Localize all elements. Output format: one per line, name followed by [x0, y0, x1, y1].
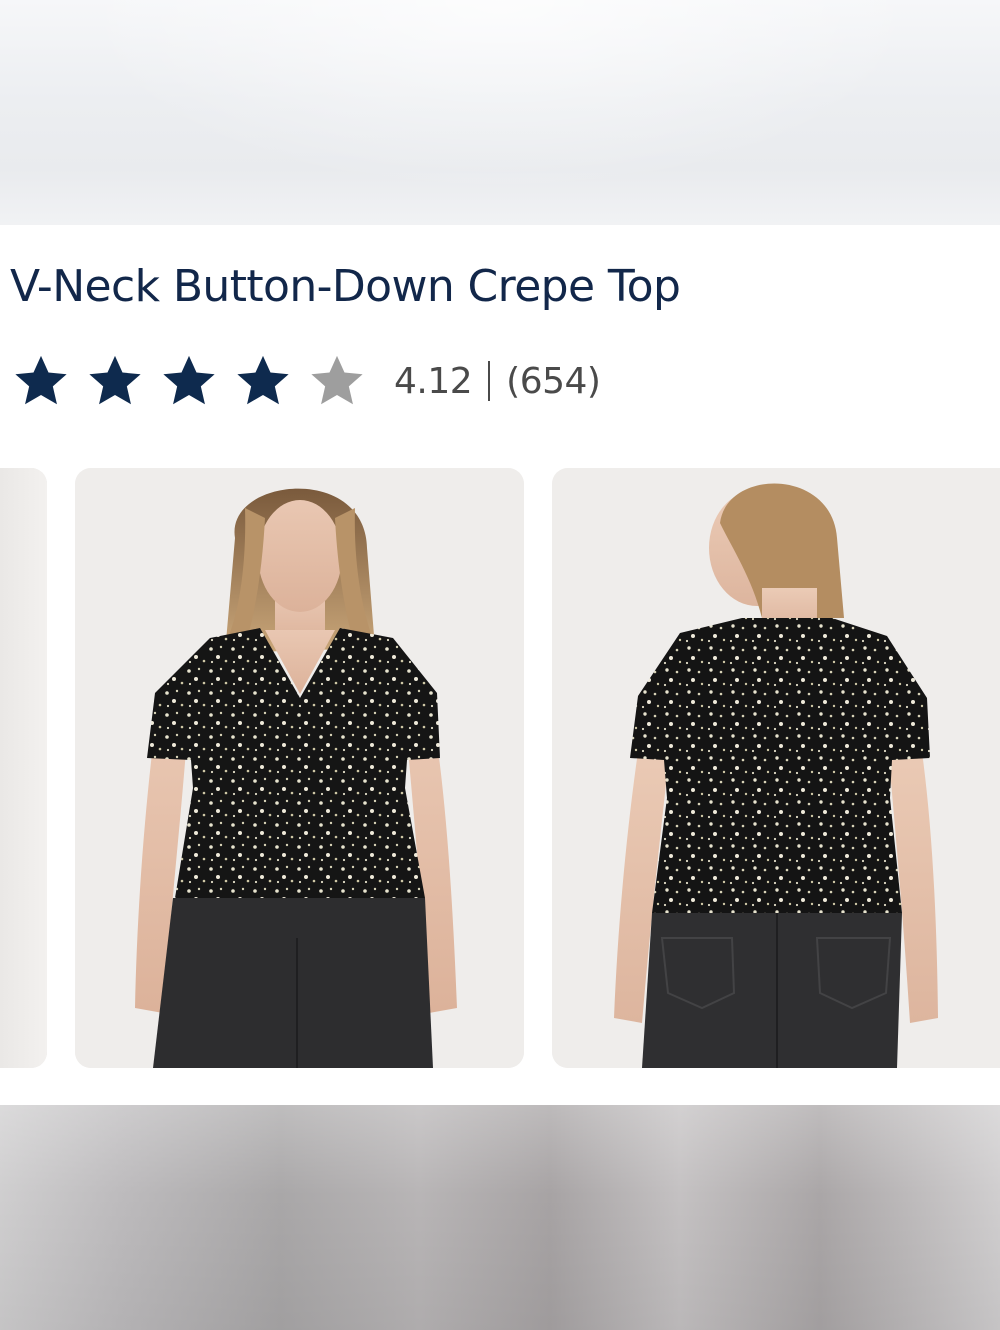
product-title: V-Neck Button-Down Crepe Top: [10, 261, 681, 312]
product-card: V-Neck Button-Down Crepe Top 4.12 (654): [0, 225, 1000, 1105]
rating-score: 4.12: [394, 360, 473, 402]
product-rating[interactable]: 4.12 (654): [12, 351, 601, 411]
product-image-back[interactable]: [552, 468, 1000, 1068]
product-image-partial[interactable]: [0, 468, 47, 1068]
star-rating: [12, 352, 382, 410]
rating-divider: [488, 361, 491, 401]
blurred-backdrop-bottom: [0, 1105, 1000, 1330]
star-empty-icon: [308, 352, 366, 410]
product-image-front[interactable]: [75, 468, 524, 1068]
star-filled-icon: [86, 352, 144, 410]
star-filled-icon: [234, 352, 292, 410]
star-filled-icon: [160, 352, 218, 410]
blurred-backdrop-top: [0, 0, 1000, 225]
star-filled-icon: [12, 352, 70, 410]
review-count[interactable]: (654): [506, 361, 601, 402]
